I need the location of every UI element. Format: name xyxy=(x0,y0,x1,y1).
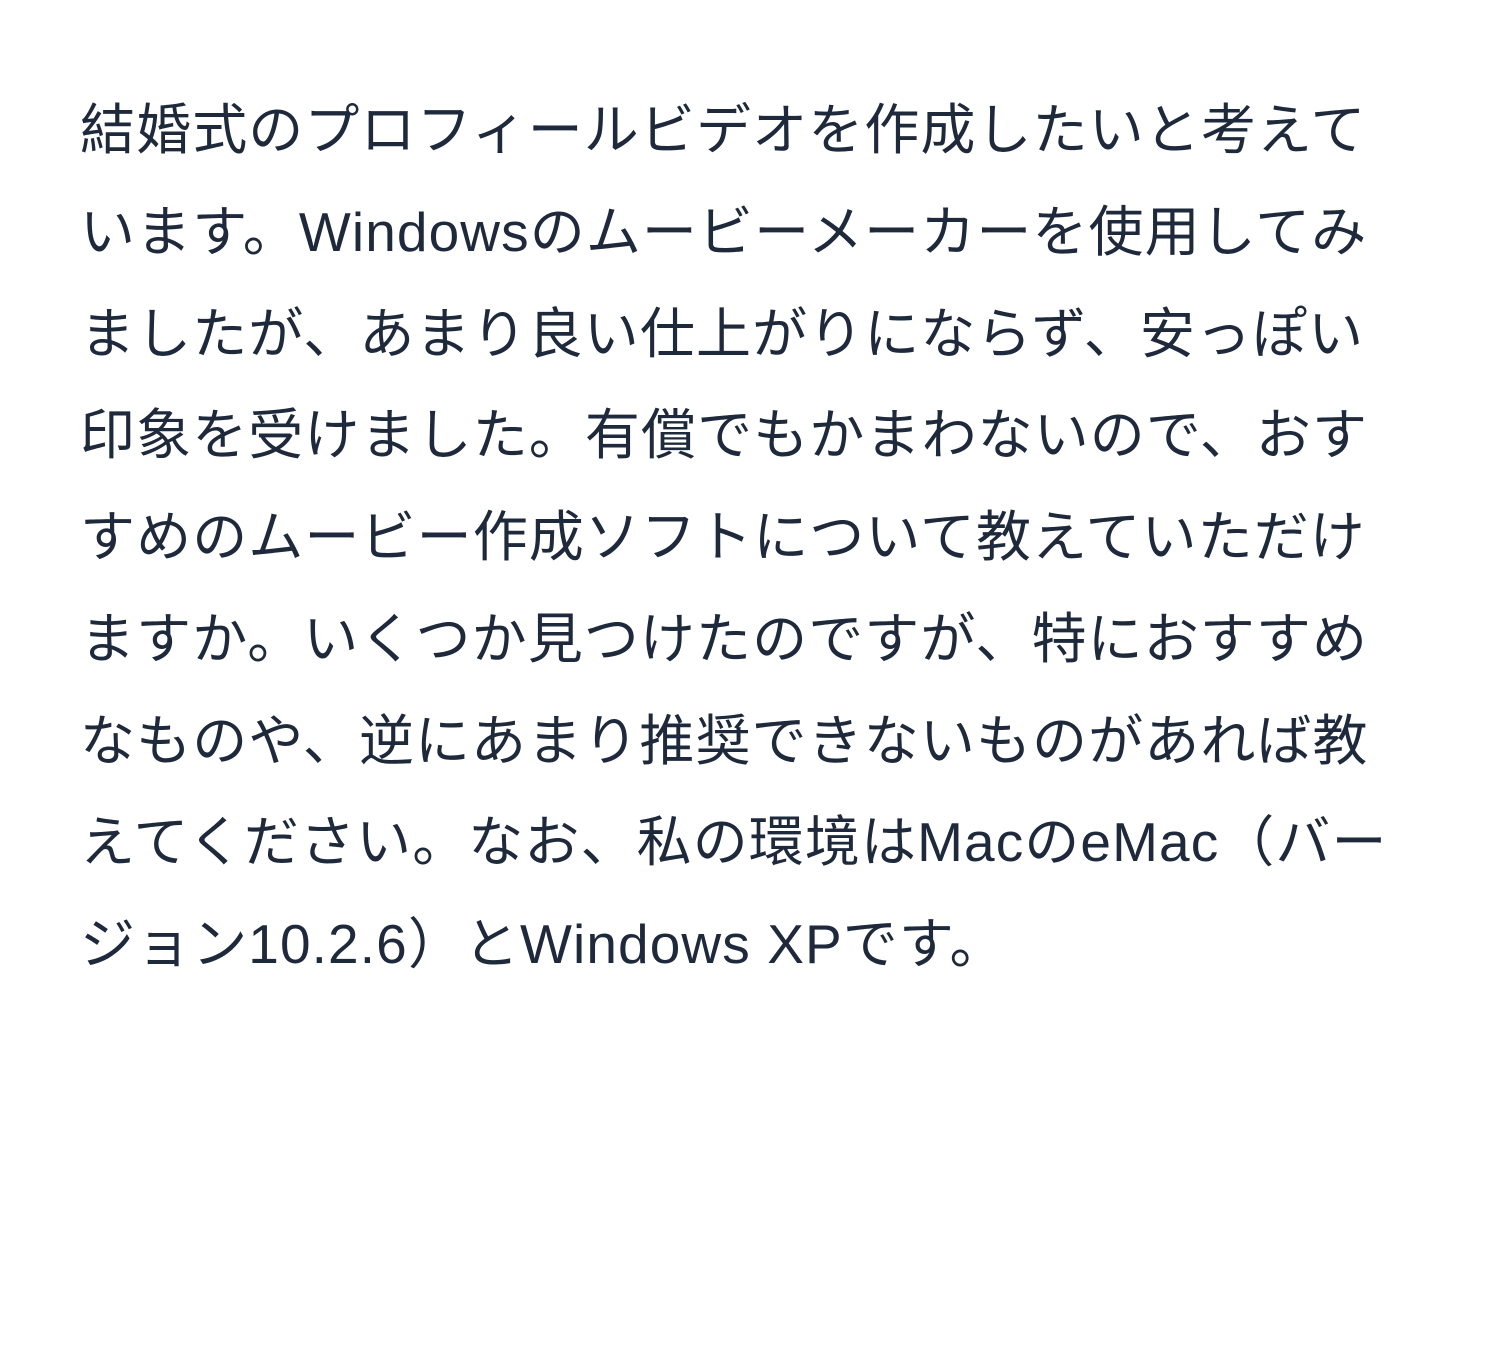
document-body: 結婚式のプロフィールビデオを作成したいと考えています。Windowsのムービーメ… xyxy=(80,80,1420,996)
body-paragraph: 結婚式のプロフィールビデオを作成したいと考えています。Windowsのムービーメ… xyxy=(80,80,1420,996)
